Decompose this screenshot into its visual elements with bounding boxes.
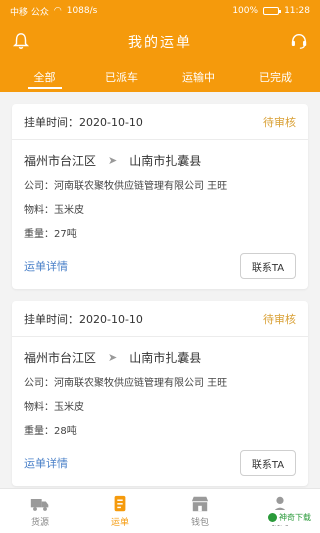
tab-dispatched[interactable]: 已派车 — [87, 62, 157, 92]
origin: 福州市台江区 — [24, 351, 97, 365]
truck-icon — [30, 498, 49, 511]
bell-icon[interactable] — [12, 32, 30, 50]
order-card[interactable]: 挂单时间：2020-10-10 待审核 福州市台江区 ➤ 山南市扎囊县 公司：河… — [12, 104, 308, 289]
nav-label: 货源 — [30, 517, 49, 528]
status-badge: 待审核 — [263, 312, 296, 326]
order-date: 挂单时间：2020-10-10 — [24, 312, 143, 326]
network-speed: 1088/s — [66, 6, 98, 16]
shop-icon — [191, 496, 209, 511]
watermark-logo: 神奇下载 — [265, 510, 314, 525]
contact-button[interactable]: 联系TA — [240, 253, 296, 279]
nav-item-wallet[interactable]: 钱包 — [170, 495, 230, 528]
order-date: 挂单时间：2020-10-10 — [24, 115, 143, 129]
nav-label: 钱包 — [190, 517, 209, 528]
nav-item-orders[interactable]: 运单 — [90, 495, 150, 528]
watermark-text: 神奇下载 — [279, 513, 311, 522]
tab-all[interactable]: 全部 — [10, 62, 80, 92]
route: 福州市台江区 ➤ 山南市扎囊县 — [24, 349, 296, 366]
weight-row: 重量：27吨 — [24, 229, 77, 240]
order-card[interactable]: 挂单时间：2020-10-10 待审核 福州市台江区 ➤ 山南市扎囊县 公司：河… — [12, 301, 308, 486]
tab-completed[interactable]: 已完成 — [241, 62, 311, 92]
order-detail-link[interactable]: 运单详情 — [24, 258, 68, 274]
order-detail-link[interactable]: 运单详情 — [24, 455, 68, 471]
company-row: 公司：河南联农聚牧供应链管理有限公司 王旺 — [24, 181, 228, 192]
battery-percent: 100% — [232, 6, 259, 16]
route: 福州市台江区 ➤ 山南市扎囊县 — [24, 152, 296, 169]
tab-bar: 全部 已派车 运输中 已完成 — [0, 62, 320, 92]
status-badge: 待审核 — [263, 115, 296, 129]
battery-icon — [263, 7, 282, 15]
company-row: 公司：河南联农聚牧供应链管理有限公司 王旺 — [24, 378, 228, 389]
nav-item-cargo[interactable]: 货源 — [10, 495, 70, 528]
wifi-icon: ◠ — [53, 6, 62, 16]
material-row: 物料：玉米皮 — [24, 402, 84, 413]
material-row: 物料：玉米皮 — [24, 205, 84, 216]
app-header: 我的运单 — [0, 22, 320, 62]
weight-row: 重量：28吨 — [24, 426, 77, 437]
order-list: 挂单时间：2020-10-10 待审核 福州市台江区 ➤ 山南市扎囊县 公司：河… — [0, 92, 320, 486]
headset-icon[interactable] — [290, 32, 308, 50]
origin: 福州市台江区 — [24, 154, 97, 168]
order-card-header: 挂单时间：2020-10-10 待审核 — [12, 104, 308, 140]
watermark-icon — [268, 513, 277, 522]
document-icon — [114, 495, 126, 511]
page-title: 我的运单 — [128, 35, 192, 51]
destination: 山南市扎囊县 — [129, 154, 202, 168]
nav-label: 运单 — [110, 517, 129, 528]
contact-button[interactable]: 联系TA — [240, 450, 296, 476]
clock: 11:28 — [284, 6, 310, 16]
order-card-header: 挂单时间：2020-10-10 待审核 — [12, 301, 308, 337]
carrier-text: 中移 公众 — [10, 7, 49, 18]
destination: 山南市扎囊县 — [129, 351, 202, 365]
tab-in-transit[interactable]: 运输中 — [164, 62, 234, 92]
status-bar: 中移 公众 ◠ 1088/s 100% 11:28 — [0, 0, 320, 22]
arrow-icon: ➤ — [108, 351, 118, 364]
arrow-icon: ➤ — [108, 154, 118, 167]
